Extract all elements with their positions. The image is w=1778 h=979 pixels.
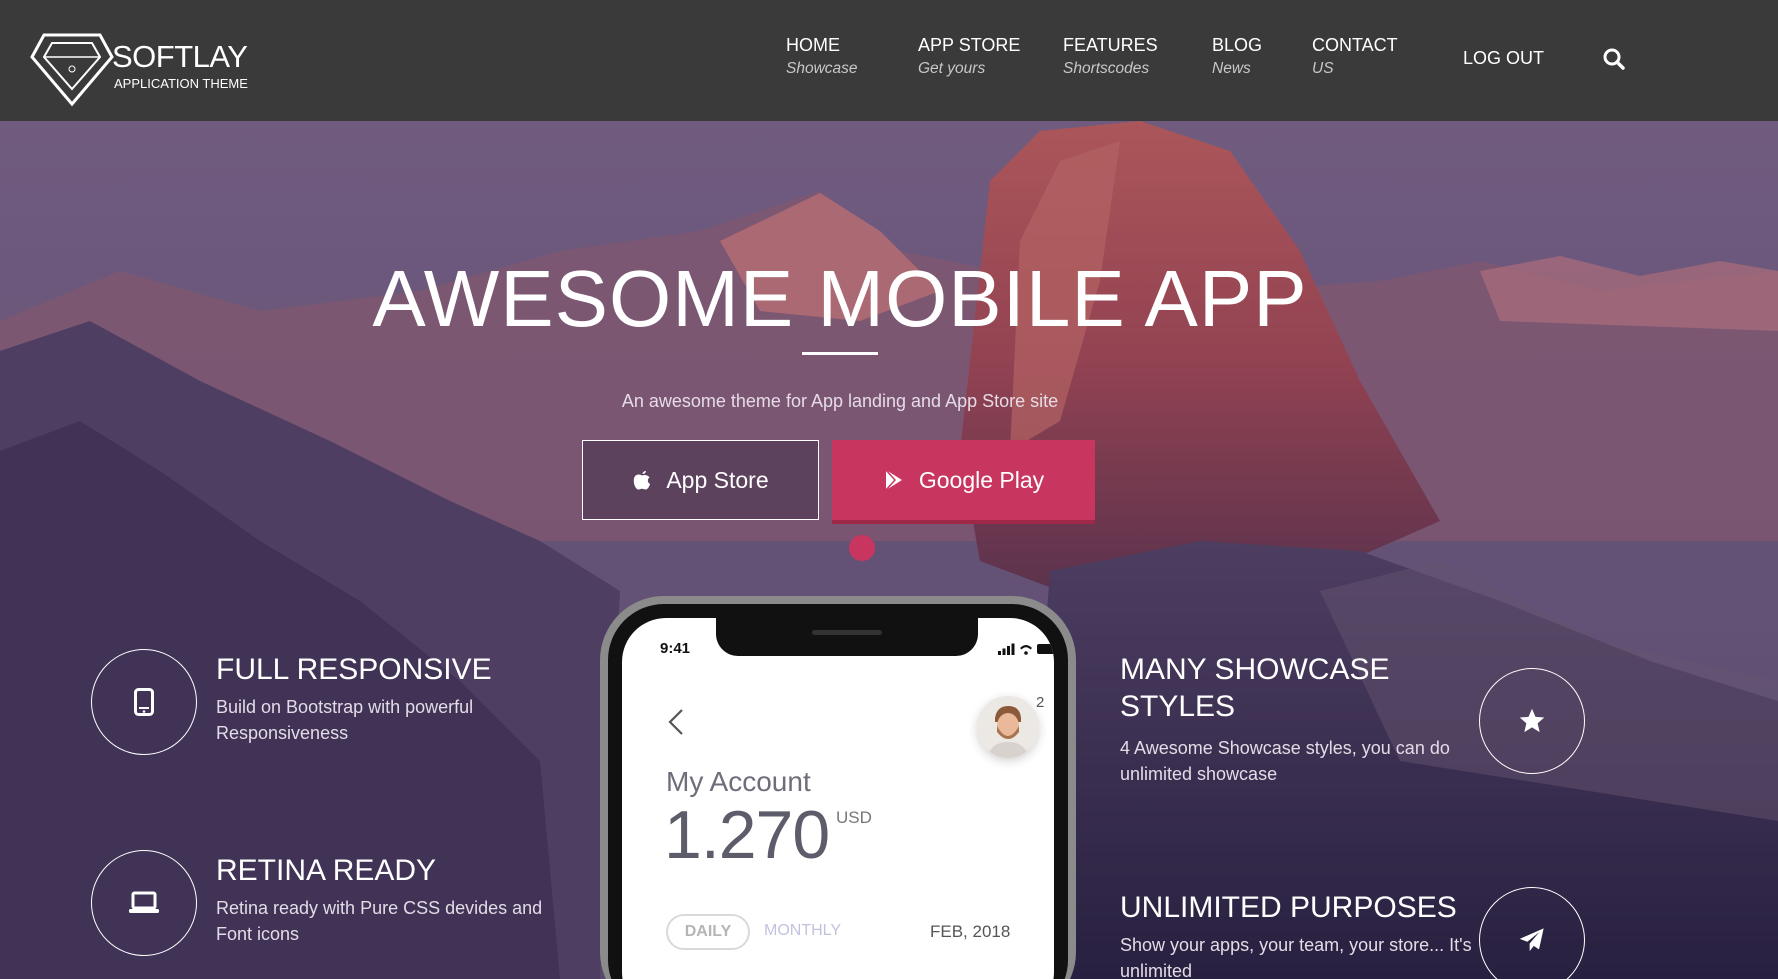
date-selector[interactable]: FEB, 2018 — [930, 922, 1010, 942]
brand-tagline: APPLICATION THEME — [114, 76, 248, 91]
nav-item-sublabel: Get yours — [918, 60, 986, 77]
feature-title: MANY SHOWCASE STYLES — [1120, 653, 1390, 723]
star-icon — [1479, 668, 1585, 774]
google-play-button[interactable]: Google Play — [832, 440, 1095, 520]
google-play-icon — [885, 469, 902, 491]
nav-item-label: FEATURES — [1063, 35, 1158, 55]
site-header: SOFTLAY APPLICATION THEME HOME Showcase … — [0, 0, 1778, 121]
hero-title: AWESOME MOBILE APP — [372, 254, 1308, 343]
account-amount: 1.270 — [664, 797, 830, 873]
laptop-icon — [91, 850, 197, 956]
app-store-label: App Store — [666, 466, 769, 493]
feature-description: 4 Awesome Showcase styles, you can do un… — [1120, 738, 1450, 784]
tab-daily[interactable]: DAILY — [666, 914, 750, 950]
phone-bezel: 9:41 2 My Account 1.270 USD DAILY MONTHL… — [608, 604, 1068, 979]
nav-item-sublabel: Shortscodes — [1063, 60, 1150, 77]
notification-badge: 2 — [1036, 694, 1045, 711]
feature-description: Build on Bootstrap with powerful Respons… — [216, 697, 474, 743]
phone-screen: 9:41 2 My Account 1.270 USD DAILY MONTHL… — [622, 618, 1054, 979]
nav-item-blog[interactable]: BLOG News — [1212, 34, 1262, 79]
nav-item-features[interactable]: FEATURES Shortscodes — [1063, 34, 1158, 79]
apple-icon — [634, 471, 651, 490]
logout-link[interactable]: LOG OUT — [1463, 47, 1544, 69]
status-bar-icons — [998, 643, 1054, 655]
google-play-label: Google Play — [918, 466, 1045, 493]
phone-notch — [716, 618, 978, 656]
nav-item-label: APP STORE — [918, 35, 1021, 55]
nav-item-label: CONTACT — [1312, 35, 1398, 55]
phone-speaker — [812, 630, 882, 635]
back-chevron-icon[interactable] — [668, 708, 684, 736]
nav-item-sublabel: Showcase — [786, 60, 858, 77]
hero-subtitle: An awesome theme for App landing and App… — [621, 391, 1059, 411]
nav-item-label: BLOG — [1212, 35, 1263, 55]
tab-monthly[interactable]: MONTHLY — [764, 922, 841, 940]
diamond-logo-icon — [30, 33, 114, 107]
nav-item-label: HOME — [786, 35, 840, 55]
search-icon[interactable] — [1602, 47, 1626, 71]
feature-title: UNLIMITED PURPOSES — [1120, 891, 1457, 924]
account-currency: USD — [836, 808, 872, 827]
nav-item-sublabel: News — [1212, 60, 1251, 77]
status-time: 9:41 — [660, 640, 691, 657]
feature-title: RETINA READY — [216, 854, 437, 887]
nav-item-sublabel: US — [1312, 60, 1334, 77]
phone-mockup: 9:41 2 My Account 1.270 USD DAILY MONTHL… — [600, 596, 1076, 979]
app-store-button[interactable]: App Store — [582, 440, 819, 520]
scroll-indicator-dot[interactable] — [849, 535, 875, 561]
brand-name: SOFTLAY — [112, 39, 248, 74]
brand-logo[interactable]: SOFTLAY APPLICATION THEME — [30, 33, 270, 108]
feature-description: Retina ready with Pure CSS devides and F… — [216, 898, 543, 944]
nav-item-app-store[interactable]: APP STORE Get yours — [918, 34, 1020, 79]
feature-title: FULL RESPONSIVE — [216, 653, 492, 686]
nav-item-contact[interactable]: CONTACT US — [1312, 34, 1398, 79]
title-underline — [802, 352, 878, 355]
account-label: My Account — [666, 766, 811, 797]
mobile-icon — [91, 649, 197, 755]
feature-description: Show your apps, your team, your store...… — [1120, 935, 1472, 979]
hero-section: AWESOME MOBILE APP An awesome theme for … — [0, 121, 1778, 979]
avatar[interactable] — [977, 696, 1039, 758]
nav-item-home[interactable]: HOME Showcase — [786, 34, 858, 79]
